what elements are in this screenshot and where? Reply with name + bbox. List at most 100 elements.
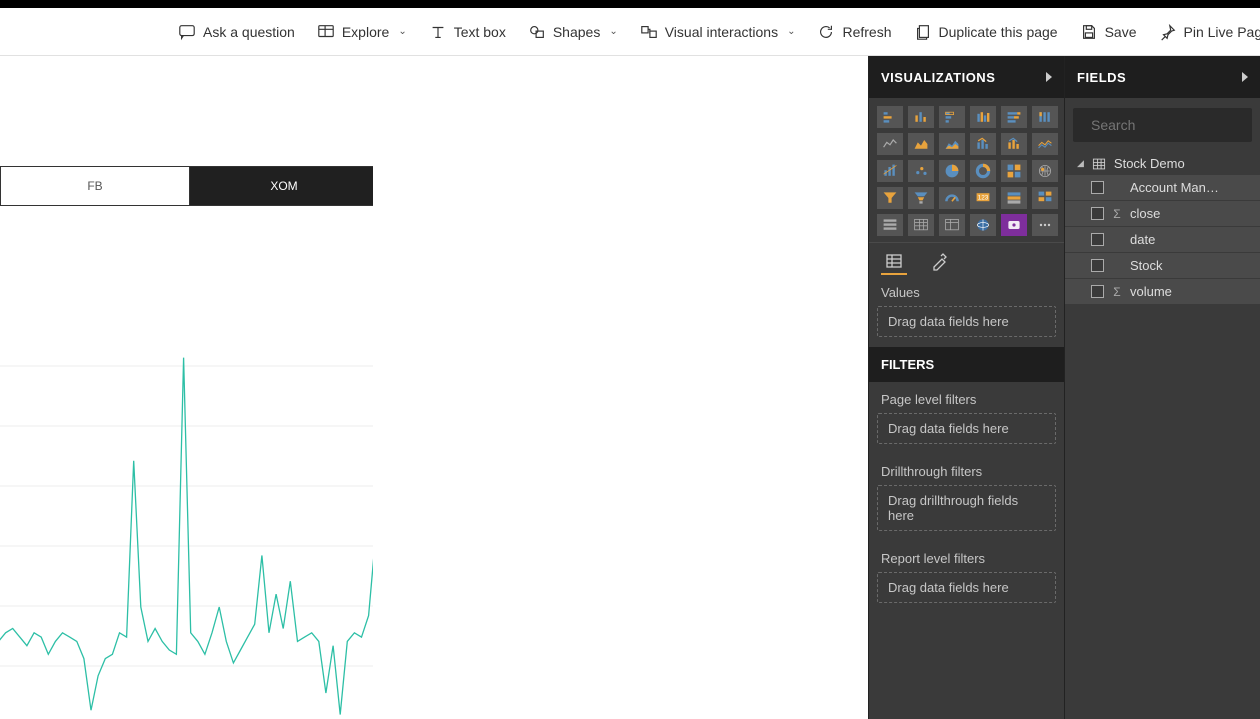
- viz-type-icon[interactable]: [908, 106, 934, 128]
- viz-type-icon[interactable]: [877, 214, 903, 236]
- values-dropzone[interactable]: Drag data fields here: [877, 306, 1056, 337]
- tab-fb[interactable]: FB: [0, 166, 190, 206]
- viz-type-icon[interactable]: [1032, 187, 1058, 209]
- chart-series-line: [0, 358, 373, 715]
- viz-type-icon[interactable]: [970, 160, 996, 182]
- interactions-icon: [640, 23, 658, 41]
- fields-search-input[interactable]: [1091, 117, 1260, 133]
- viz-type-icon[interactable]: [939, 214, 965, 236]
- tab-label: XOM: [270, 179, 297, 193]
- chevron-right-icon: [1046, 72, 1052, 82]
- chevron-down-icon: ⌄: [398, 26, 406, 37]
- shapes-button[interactable]: Shapes ⌄: [528, 23, 618, 41]
- visualizations-header[interactable]: VISUALIZATIONS: [869, 56, 1064, 98]
- viz-type-icon[interactable]: [1001, 187, 1027, 209]
- field-row[interactable]: date: [1065, 227, 1260, 253]
- values-section-label: Values: [869, 275, 1064, 306]
- chevron-right-icon: [1242, 72, 1248, 82]
- field-name: Account Man…: [1130, 180, 1248, 195]
- field-checkbox[interactable]: [1091, 259, 1104, 272]
- format-tab[interactable]: [925, 249, 951, 275]
- viz-type-icon[interactable]: [877, 160, 903, 182]
- viz-type-icon[interactable]: [1032, 133, 1058, 155]
- viz-type-icon[interactable]: [970, 133, 996, 155]
- drillthrough-filters-dropzone[interactable]: Drag drillthrough fields here: [877, 485, 1056, 531]
- fields-search[interactable]: [1073, 108, 1252, 142]
- drillthrough-filters-label: Drillthrough filters: [869, 454, 1064, 485]
- viz-type-icon[interactable]: [1001, 160, 1027, 182]
- table-icon: [1092, 157, 1106, 171]
- tab-xom[interactable]: XOM: [189, 166, 373, 206]
- chevron-down-icon: ⌄: [609, 26, 617, 37]
- viz-type-icon[interactable]: [1032, 160, 1058, 182]
- slicer-tabs: FB XOM: [0, 166, 373, 206]
- fields-tab[interactable]: [881, 249, 907, 275]
- table-stock-demo[interactable]: ◢ Stock Demo: [1065, 152, 1260, 175]
- viz-type-icon[interactable]: [970, 214, 996, 236]
- viz-type-icon[interactable]: [939, 106, 965, 128]
- viz-type-icon[interactable]: [908, 160, 934, 182]
- viz-type-icon[interactable]: [1032, 214, 1058, 236]
- explore-button[interactable]: Explore ⌄: [317, 23, 407, 41]
- save-button[interactable]: Save: [1080, 23, 1137, 41]
- tab-label: FB: [87, 179, 102, 193]
- viz-type-icon[interactable]: [939, 160, 965, 182]
- explore-icon: [317, 23, 335, 41]
- viz-type-icon[interactable]: [939, 133, 965, 155]
- report-canvas[interactable]: FB XOM: [0, 56, 868, 719]
- svg-text:123: 123: [978, 195, 989, 202]
- viz-type-icon[interactable]: 123: [970, 187, 996, 209]
- duplicate-page-label: Duplicate this page: [939, 24, 1058, 40]
- ask-question-button[interactable]: Ask a question: [178, 23, 295, 41]
- viz-type-icon[interactable]: [1032, 106, 1058, 128]
- pin-live-page-button[interactable]: Pin Live Page: [1159, 23, 1260, 41]
- duplicate-icon: [914, 23, 932, 41]
- save-icon: [1080, 23, 1098, 41]
- field-row[interactable]: Σvolume: [1065, 279, 1260, 305]
- visualization-type-grid: 123: [869, 98, 1064, 242]
- visualizations-panel: VISUALIZATIONS 123 Values Drag data fiel…: [868, 56, 1064, 719]
- report-filters-dropzone[interactable]: Drag data fields here: [877, 572, 1056, 603]
- fields-header[interactable]: FIELDS: [1065, 56, 1260, 98]
- chart-gridlines: [0, 366, 373, 719]
- field-row[interactable]: Σclose: [1065, 201, 1260, 227]
- duplicate-page-button[interactable]: Duplicate this page: [914, 23, 1058, 41]
- line-chart[interactable]: [0, 306, 373, 719]
- sigma-icon: Σ: [1112, 207, 1122, 221]
- chat-icon: [178, 23, 196, 41]
- viz-type-icon[interactable]: [908, 187, 934, 209]
- report-filters-label: Report level filters: [869, 541, 1064, 572]
- refresh-button[interactable]: Refresh: [817, 23, 891, 41]
- textbox-icon: [429, 23, 447, 41]
- viz-type-icon[interactable]: [877, 106, 903, 128]
- ask-question-label: Ask a question: [203, 24, 295, 40]
- textbox-button[interactable]: Text box: [429, 23, 506, 41]
- page-filters-label: Page level filters: [869, 382, 1064, 413]
- field-name: date: [1130, 232, 1248, 247]
- viz-type-icon[interactable]: [908, 133, 934, 155]
- field-checkbox[interactable]: [1091, 207, 1104, 220]
- viz-type-icon[interactable]: [1001, 106, 1027, 128]
- visual-interactions-label: Visual interactions: [665, 24, 778, 40]
- page-filters-dropzone[interactable]: Drag data fields here: [877, 413, 1056, 444]
- viz-type-icon[interactable]: [1001, 133, 1027, 155]
- viz-type-icon[interactable]: [1001, 214, 1027, 236]
- refresh-icon: [817, 23, 835, 41]
- pin-icon: [1159, 23, 1177, 41]
- save-label: Save: [1105, 24, 1137, 40]
- field-row[interactable]: Account Man…: [1065, 175, 1260, 201]
- field-checkbox[interactable]: [1091, 233, 1104, 246]
- viz-type-icon[interactable]: [908, 214, 934, 236]
- viz-type-icon[interactable]: [877, 187, 903, 209]
- toolbar: Ask a question Explore ⌄ Text box Shapes…: [0, 8, 1260, 56]
- field-name: close: [1130, 206, 1248, 221]
- viz-type-icon[interactable]: [970, 106, 996, 128]
- field-row[interactable]: Stock: [1065, 253, 1260, 279]
- visual-interactions-button[interactable]: Visual interactions ⌄: [640, 23, 796, 41]
- field-checkbox[interactable]: [1091, 285, 1104, 298]
- field-checkbox[interactable]: [1091, 181, 1104, 194]
- textbox-label: Text box: [454, 24, 506, 40]
- viz-type-icon[interactable]: [877, 133, 903, 155]
- viz-type-icon[interactable]: [939, 187, 965, 209]
- visualizations-title: VISUALIZATIONS: [881, 70, 995, 85]
